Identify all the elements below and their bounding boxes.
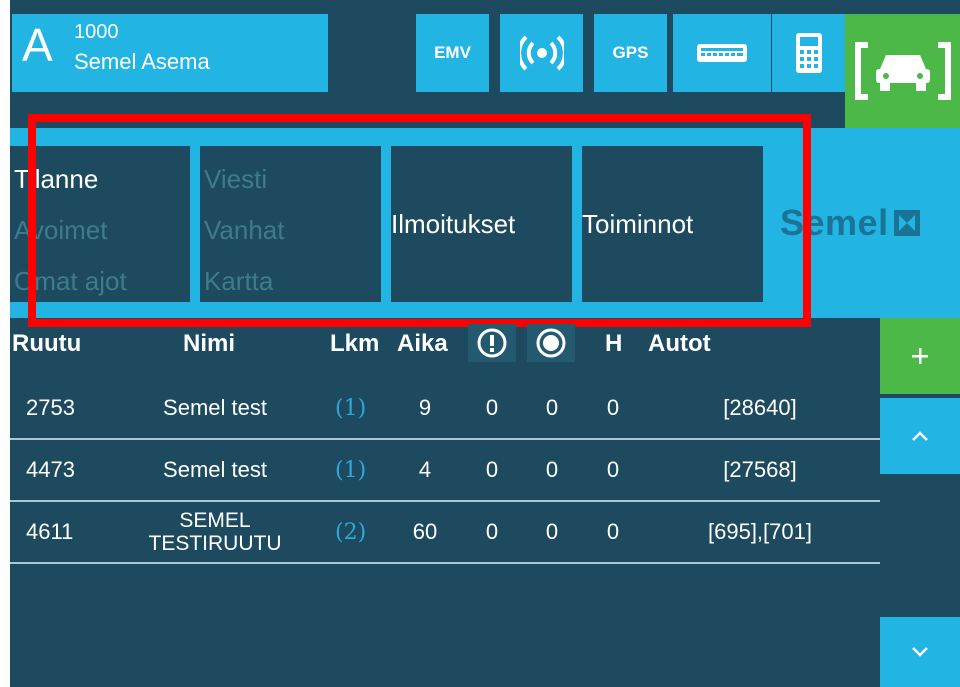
cell-h: 0 [606, 519, 620, 544]
cell-ruutu: 2753 [26, 395, 75, 420]
add-button[interactable] [880, 318, 960, 394]
cell-nimi: Semel test [163, 395, 267, 420]
cell-nimi-line2: TESTIRUUTU [148, 532, 282, 555]
zone-letter: A [22, 19, 53, 71]
table-row[interactable]: 4473 Semel test (1) 4 0 0 0 [27568] [10, 440, 880, 502]
cell-autot: [28640] [723, 395, 797, 420]
col-ruutu[interactable]: Ruutu [12, 330, 81, 358]
station-number: 1000 [74, 21, 119, 43]
cell-autot: [27568] [723, 457, 797, 482]
col-alert[interactable] [468, 324, 516, 362]
cell-aika: 4 [418, 457, 432, 482]
highlight-rectangle [28, 114, 811, 327]
col-autot[interactable]: Autot [648, 330, 711, 358]
gps-button[interactable]: GPS [594, 14, 667, 92]
gps-label: GPS [612, 43, 649, 62]
cell-ruutu: 4611 [26, 519, 74, 544]
calculator-button[interactable] [772, 14, 845, 92]
cell-target-count: 0 [545, 395, 559, 420]
chevron-down-icon [912, 647, 928, 657]
cell-alert-count: 0 [485, 457, 499, 482]
cell-lkm: (1) [335, 395, 367, 421]
emv-button[interactable]: EMV [416, 14, 489, 92]
col-aika[interactable]: Aika [397, 330, 448, 358]
table-row[interactable]: 4611 SEMEL TESTIRUUTU (2) 60 0 0 0 [695]… [10, 502, 880, 564]
logo-mark-icon [893, 210, 920, 236]
target-icon [536, 328, 566, 358]
cell-aika: 9 [418, 395, 432, 420]
station-name: Semel Asema [74, 49, 210, 74]
cell-lkm: (2) [335, 519, 367, 545]
cell-lkm: (1) [335, 457, 367, 483]
cell-h: 0 [606, 395, 620, 420]
app-window: A 1000 Semel Asema EMV GPS Tilanne Avoim… [10, 0, 960, 687]
cell-alert-count: 0 [485, 519, 499, 544]
col-nimi[interactable]: Nimi [183, 330, 235, 358]
plus-icon [912, 348, 928, 364]
wireless-button[interactable] [500, 14, 583, 92]
keyboard-button[interactable] [673, 14, 771, 92]
keyboard-icon [697, 44, 747, 62]
col-lkm[interactable]: Lkm [330, 330, 379, 358]
cell-h: 0 [606, 457, 620, 482]
col-target[interactable] [527, 324, 575, 362]
table-row[interactable]: 2753 Semel test (1) 9 0 0 0 [28640] [10, 378, 880, 440]
emv-label: EMV [434, 43, 471, 62]
wireless-icon [519, 35, 564, 71]
scroll-up-button[interactable] [880, 398, 960, 474]
cell-nimi: Semel test [163, 457, 267, 482]
taxi-icon [854, 42, 951, 100]
col-h[interactable]: H [605, 330, 622, 358]
cell-alert-count: 0 [485, 395, 499, 420]
alert-icon [477, 328, 507, 358]
cell-nimi: SEMEL TESTIRUUTU [130, 502, 300, 562]
station-panel[interactable]: A 1000 Semel Asema [12, 14, 328, 92]
table-header: Ruutu Nimi Lkm Aika H Autot [10, 318, 880, 370]
cell-target-count: 0 [545, 457, 559, 482]
cell-ruutu: 4473 [26, 457, 75, 482]
cell-aika: 60 [412, 519, 438, 544]
taxi-status-button[interactable] [845, 14, 960, 128]
top-bar: A 1000 Semel Asema EMV GPS [10, 0, 960, 128]
chevron-up-icon [912, 431, 928, 441]
calculator-icon [795, 33, 822, 73]
scroll-down-button[interactable] [880, 617, 960, 687]
cell-nimi-line1: SEMEL [179, 509, 251, 532]
cell-autot: [695],[701] [708, 519, 812, 544]
cell-target-count: 0 [545, 519, 559, 544]
